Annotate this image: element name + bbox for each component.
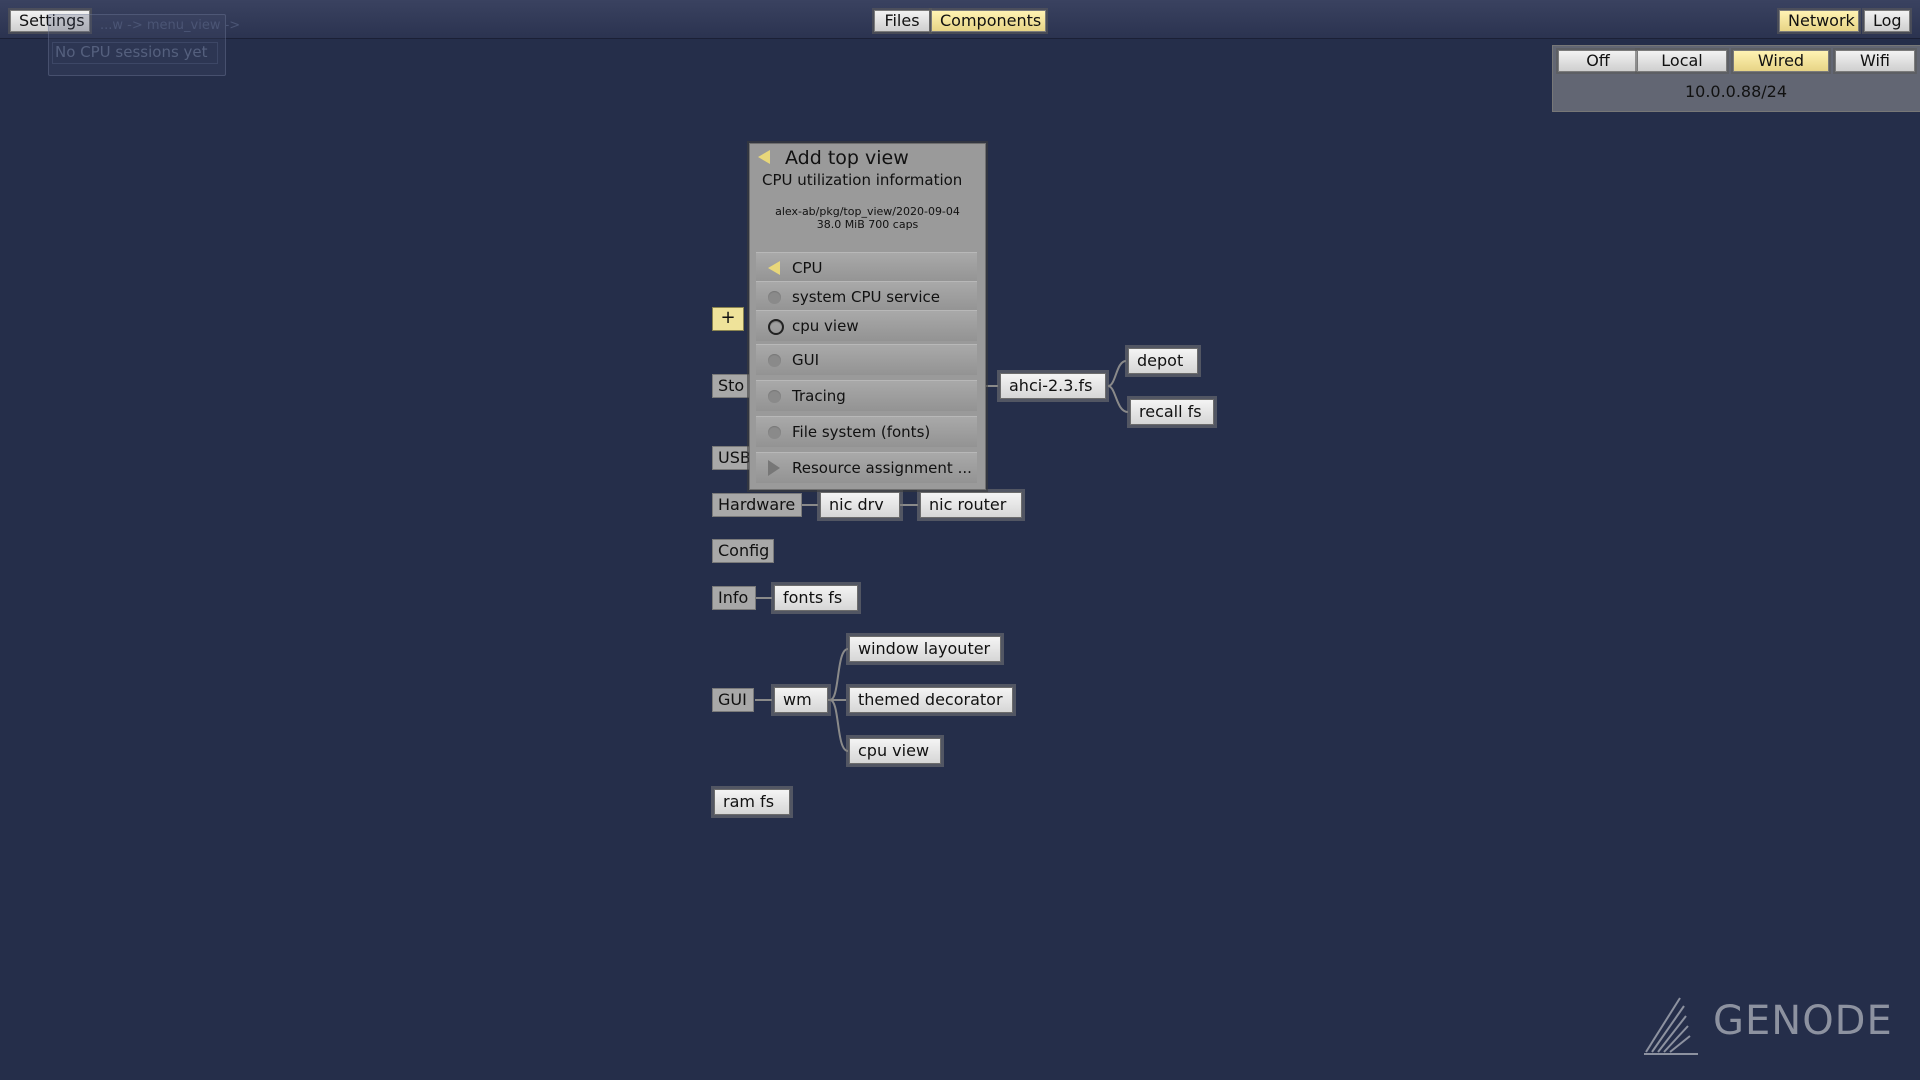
category-gui[interactable]: GUI — [712, 688, 754, 712]
expand-arrow-icon — [768, 460, 780, 476]
radio-icon — [768, 291, 781, 304]
add-component-menu: Add top view CPU utilization information… — [749, 143, 986, 490]
node-depot[interactable]: depot — [1128, 348, 1198, 374]
category-hardware[interactable]: Hardware — [712, 493, 802, 517]
back-arrow-icon[interactable] — [758, 150, 770, 164]
node-cpu-view[interactable]: cpu view — [849, 738, 941, 764]
add-component-button[interactable]: + — [712, 307, 744, 331]
menu-option-label: File system (fonts) — [792, 423, 931, 441]
genode-logo-text: GENODE — [1713, 998, 1893, 1044]
collapse-arrow-icon — [768, 261, 780, 275]
menu-resource-assignment[interactable]: Resource assignment ... — [756, 452, 977, 483]
menu-option-gui[interactable]: GUI — [756, 344, 977, 375]
menu-option-label: system CPU service — [792, 288, 940, 306]
radio-icon — [768, 354, 781, 367]
node-wm[interactable]: wm — [774, 687, 828, 713]
node-ahci-fs[interactable]: ahci-2.3.fs — [1000, 373, 1106, 399]
menu-option-file-system-fonts[interactable]: File system (fonts) — [756, 416, 977, 447]
category-storage[interactable]: Sto — [712, 374, 754, 398]
menu-option-tracing[interactable]: Tracing — [756, 380, 977, 411]
menu-option-cpu-view[interactable]: cpu view — [756, 310, 977, 341]
menu-title: Add top view — [785, 147, 909, 169]
menu-section-label: CPU — [792, 259, 823, 277]
radio-icon — [768, 390, 781, 403]
node-nic-drv[interactable]: nic drv — [820, 492, 900, 518]
menu-option-label: Tracing — [792, 387, 846, 405]
category-info[interactable]: Info — [712, 586, 756, 610]
menu-option-system-cpu-service[interactable]: system CPU service — [756, 281, 977, 312]
menu-option-label: cpu view — [792, 317, 859, 335]
menu-resource-label: Resource assignment ... — [792, 459, 972, 477]
category-usb[interactable]: USB — [712, 446, 754, 470]
node-ram-fs[interactable]: ram fs — [714, 789, 790, 815]
package-path: alex-ab/pkg/top_view/2020-09-04 — [775, 205, 960, 218]
node-fonts-fs[interactable]: fonts fs — [774, 585, 858, 611]
radio-selected-icon — [768, 319, 784, 335]
menu-section-cpu[interactable]: CPU — [756, 252, 977, 283]
radio-icon — [768, 426, 781, 439]
menu-option-label: GUI — [792, 351, 820, 369]
node-recall-fs[interactable]: recall fs — [1130, 399, 1214, 425]
node-window-layouter[interactable]: window layouter — [849, 636, 1001, 662]
node-nic-router[interactable]: nic router — [920, 492, 1022, 518]
node-themed-decorator[interactable]: themed decorator — [849, 687, 1013, 713]
menu-description: CPU utilization information — [762, 171, 963, 189]
category-config[interactable]: Config — [712, 539, 774, 563]
package-size: 38.0 MiB 700 caps — [816, 218, 919, 231]
